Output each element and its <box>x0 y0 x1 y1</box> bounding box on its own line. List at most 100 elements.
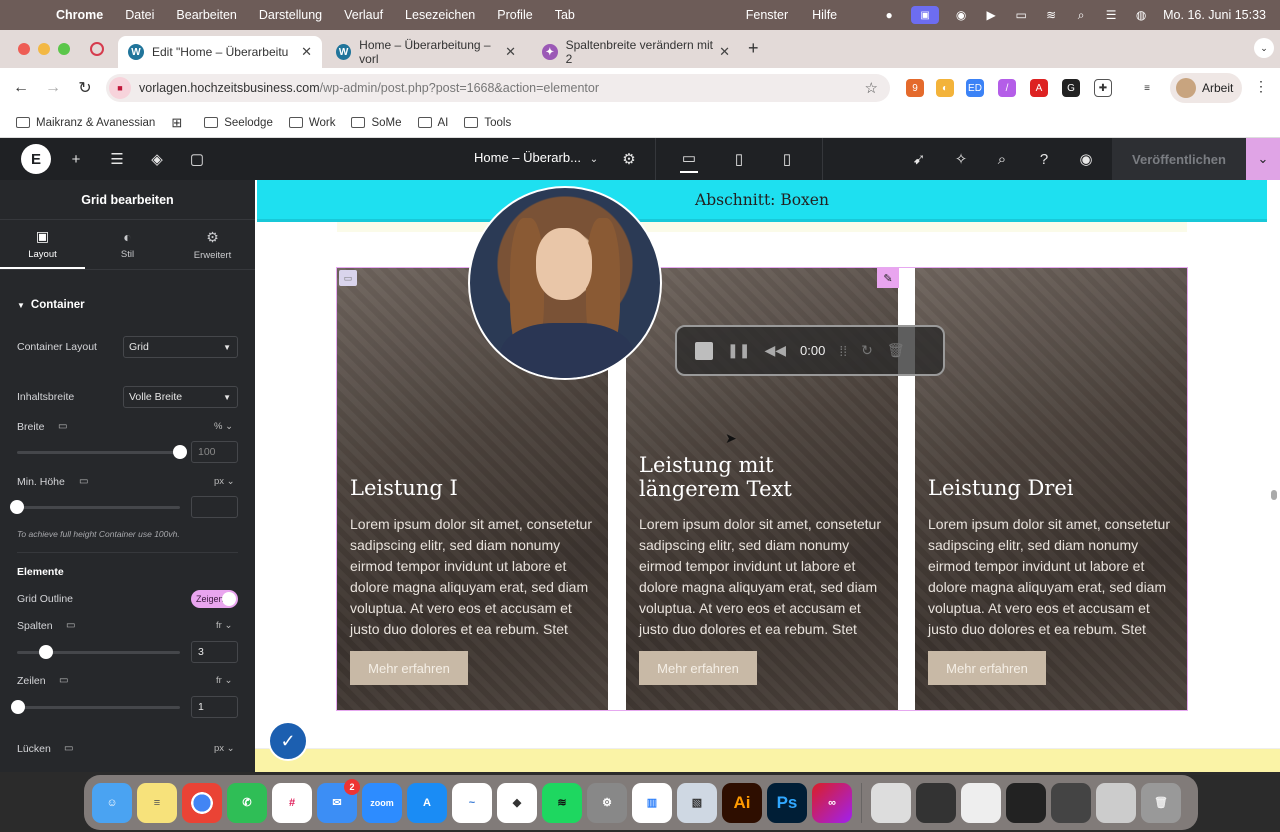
card-button[interactable]: Mehr erfahren <box>350 651 468 685</box>
tab-search-icon[interactable]: ⌄ <box>1254 38 1274 58</box>
columns-unit[interactable]: fr ⌄ <box>216 620 232 631</box>
tab-home-preview[interactable]: W Home – Überarbeitung – vorl ✕ <box>326 36 526 68</box>
notes-icon[interactable]: ≡ <box>137 782 177 823</box>
menu-item-tab[interactable]: Tab <box>555 8 575 22</box>
chevron-down-icon[interactable]: ⌄ <box>585 150 603 168</box>
forward-icon[interactable]: → <box>42 77 64 99</box>
menu-app-name[interactable]: Chrome <box>56 8 103 22</box>
screen-share-icon[interactable]: ▣ <box>911 6 940 24</box>
files-icon[interactable]: ▥ <box>632 782 672 823</box>
add-element-icon[interactable]: + <box>67 150 85 168</box>
tab-edit-home[interactable]: W Edit "Home – Überarbeitu ✕ <box>118 36 322 68</box>
extension-icon-1[interactable]: 9 <box>906 79 924 97</box>
tab-layout[interactable]: ▣ Layout <box>0 220 85 269</box>
apps-grid[interactable]: ⊞ <box>171 115 182 131</box>
section-container[interactable]: ▼ Container <box>17 299 85 311</box>
edit-pencil-icon[interactable]: ✎ <box>877 268 899 288</box>
width-unit[interactable]: % ⌄ <box>214 421 233 432</box>
accessibility-icon[interactable]: ✓ <box>268 721 308 761</box>
grammarly-icon[interactable]: G <box>1062 79 1080 97</box>
stop-icon[interactable] <box>695 341 713 360</box>
menu-item-hilfe[interactable]: Hilfe <box>812 8 837 22</box>
bookmark-ai[interactable]: AI <box>417 117 448 129</box>
elementor-logo-icon[interactable]: E <box>21 144 51 174</box>
menubar-datetime[interactable]: Mo. 16. Juni 15:33 <box>1163 8 1266 22</box>
rows-unit[interactable]: fr ⌄ <box>216 675 232 686</box>
card-title[interactable]: Leistung I <box>350 476 458 500</box>
siri-icon[interactable]: ◍ <box>1133 8 1149 22</box>
desktop-icon[interactable]: ▭ <box>79 476 88 487</box>
section-header[interactable]: Abschnitt: Boxen <box>257 180 1267 222</box>
recent-window-4-icon[interactable] <box>1006 782 1046 823</box>
tablet-view-icon[interactable]: ▯ <box>730 150 748 168</box>
bookmark-seelodge[interactable]: Seelodge <box>204 117 273 129</box>
url-field[interactable]: ■ vorlagen.hochzeitsbusiness.com/wp-admi… <box>106 74 890 102</box>
trash-icon[interactable]: 🗑 <box>1141 782 1181 823</box>
site-settings-icon[interactable]: ☰ <box>108 150 126 168</box>
creative-cloud-icon[interactable]: ∞ <box>812 782 852 823</box>
card-text[interactable]: Lorem ipsum dolor sit amet, consetetur s… <box>350 514 600 640</box>
adblock-icon[interactable]: A <box>1030 79 1048 97</box>
card-title[interactable]: Leistung mit längerem Text <box>639 453 839 501</box>
notion-icon[interactable]: ◆ <box>497 782 537 823</box>
profile-button[interactable]: Arbeit <box>1170 73 1242 103</box>
menu-item-profile[interactable]: Profile <box>497 8 532 22</box>
content-width-select[interactable]: Volle Breite ▼ <box>123 386 238 408</box>
menu-item-darstellung[interactable]: Darstellung <box>259 8 322 22</box>
spotify-icon[interactable]: ≋ <box>542 782 582 823</box>
menu-item-datei[interactable]: Datei <box>125 8 154 22</box>
slider-knob[interactable] <box>11 700 25 714</box>
illustrator-icon[interactable]: Ai <box>722 782 762 823</box>
back-icon[interactable]: ← <box>10 77 32 99</box>
media-control-icon[interactable]: ≡ <box>1138 79 1156 97</box>
menu-item-bearbeiten[interactable]: Bearbeiten <box>176 8 236 22</box>
gaps-unit[interactable]: px ⌄ <box>214 743 235 754</box>
new-tab-icon[interactable]: + <box>748 38 759 59</box>
tab-spaltenbreite[interactable]: ✦ Spaltenbreite verändern mit 2 ✕ <box>532 36 740 68</box>
width-slider[interactable] <box>17 445 187 459</box>
grid-outline-toggle[interactable]: Zeigen <box>191 590 238 608</box>
rewind-icon[interactable]: ◀◀ <box>764 342 786 359</box>
extension-icon-2[interactable]: ◐ <box>936 79 954 97</box>
recent-window-3-icon[interactable] <box>961 782 1001 823</box>
columns-input[interactable]: 3 <box>191 641 238 663</box>
chrome-icon[interactable] <box>182 782 222 823</box>
close-tab-icon[interactable]: ✕ <box>719 44 730 60</box>
tab-style[interactable]: ◐ Stil <box>85 220 170 269</box>
card-text[interactable]: Lorem ipsum dolor sit amet, consetetur s… <box>928 514 1178 640</box>
min-height-unit[interactable]: px ⌄ <box>214 476 235 487</box>
extension-icon-3[interactable]: ED <box>966 79 984 97</box>
desktop-view-icon[interactable]: ▭ <box>680 145 698 173</box>
page-title[interactable]: Home – Überarb... <box>474 150 581 165</box>
min-height-input[interactable] <box>191 496 238 518</box>
site-info-icon[interactable]: ■ <box>109 77 131 99</box>
more-menu-icon[interactable]: ⋮ <box>1254 78 1268 95</box>
recent-window-5-icon[interactable] <box>1051 782 1091 823</box>
scrollbar[interactable] <box>1271 490 1277 500</box>
card-button[interactable]: Mehr erfahren <box>639 651 757 685</box>
help-icon[interactable]: ? <box>1035 150 1053 168</box>
battery-icon[interactable]: ▭ <box>1013 8 1029 22</box>
puzzle-icon[interactable]: ✚ <box>1094 79 1112 97</box>
control-center-icon[interactable]: ☰ <box>1103 8 1119 22</box>
settings-icon[interactable]: ⚙ <box>587 782 627 823</box>
slider-knob[interactable] <box>10 500 24 514</box>
search-icon[interactable]: ⌕ <box>1073 8 1089 22</box>
pause-icon[interactable]: ❚❚ <box>727 342 750 359</box>
bookmark-work[interactable]: Work <box>288 117 335 129</box>
grid-dots-icon[interactable]: ⁞⁞ <box>839 343 847 359</box>
bookmark-star-icon[interactable]: ☆ <box>865 79 878 97</box>
menu-item-fenster[interactable]: Fenster <box>746 8 788 22</box>
recent-window-6-icon[interactable] <box>1096 782 1136 823</box>
minimize-window-button[interactable] <box>38 43 50 55</box>
slider-knob[interactable] <box>39 645 53 659</box>
microphone-icon[interactable]: ● <box>881 8 897 22</box>
container-layout-select[interactable]: Grid ▼ <box>123 336 238 358</box>
zoom-icon[interactable]: zoom <box>362 782 402 823</box>
structure-icon[interactable]: ◈ <box>148 150 166 168</box>
columns-slider[interactable] <box>17 645 180 659</box>
card-text[interactable]: Lorem ipsum dolor sit amet, consetetur s… <box>639 514 889 640</box>
desktop-icon[interactable]: ▭ <box>59 675 68 686</box>
trash-icon[interactable]: 🗑 <box>887 342 905 359</box>
card-title[interactable]: Leistung Drei <box>928 476 1074 500</box>
